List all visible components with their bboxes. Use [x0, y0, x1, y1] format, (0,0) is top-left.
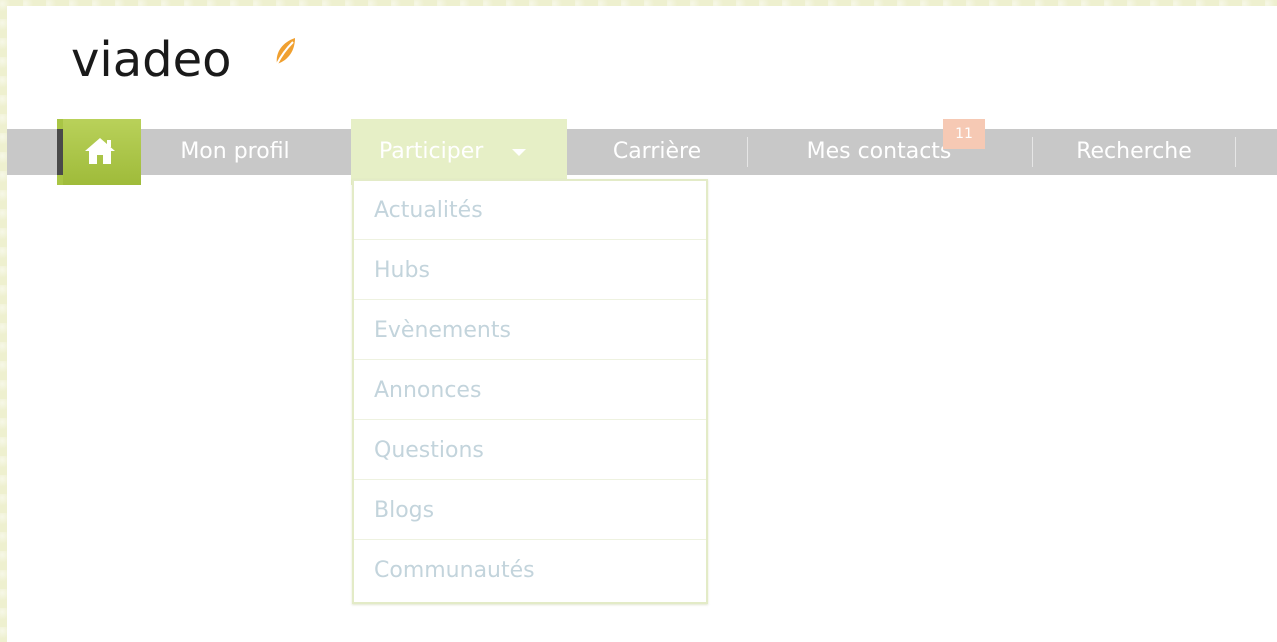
home-icon [85, 138, 115, 164]
logo-text: viadeo [71, 32, 232, 88]
leaf-icon [276, 38, 295, 65]
chevron-down-icon [512, 149, 526, 156]
nav-mon-profil[interactable]: Mon profil [155, 129, 315, 175]
menu-item-blogs[interactable]: Blogs [354, 481, 706, 540]
menu-item-questions[interactable]: Questions [354, 421, 706, 480]
nav-divider [1235, 137, 1236, 167]
menu-item-hubs[interactable]: Hubs [354, 241, 706, 300]
menu-item-communautes[interactable]: Communautés [354, 541, 706, 600]
viadeo-logo[interactable]: viadeo [71, 28, 301, 98]
main-navbar: Mon profil Participer Carrière Mes conta… [7, 119, 1277, 185]
menu-item-evenements[interactable]: Evènements [354, 301, 706, 360]
home-button[interactable] [57, 119, 141, 185]
home-button-edge [57, 129, 63, 175]
nav-participer[interactable]: Participer [351, 119, 567, 185]
page: viadeo Mon profil Participer Carrière Me… [7, 6, 1277, 642]
participer-dropdown-menu: Actualités Hubs Evènements Annonces Ques… [352, 179, 708, 604]
nav-mes-contacts[interactable]: Mes contacts [748, 129, 1032, 175]
nav-recherche[interactable]: Recherche [1033, 129, 1235, 175]
contacts-count-badge: 11 [943, 119, 985, 149]
nav-participer-label: Participer [379, 139, 484, 164]
nav-carriere[interactable]: Carrière [567, 129, 747, 175]
menu-item-actualites[interactable]: Actualités [354, 181, 706, 240]
menu-item-annonces[interactable]: Annonces [354, 361, 706, 420]
